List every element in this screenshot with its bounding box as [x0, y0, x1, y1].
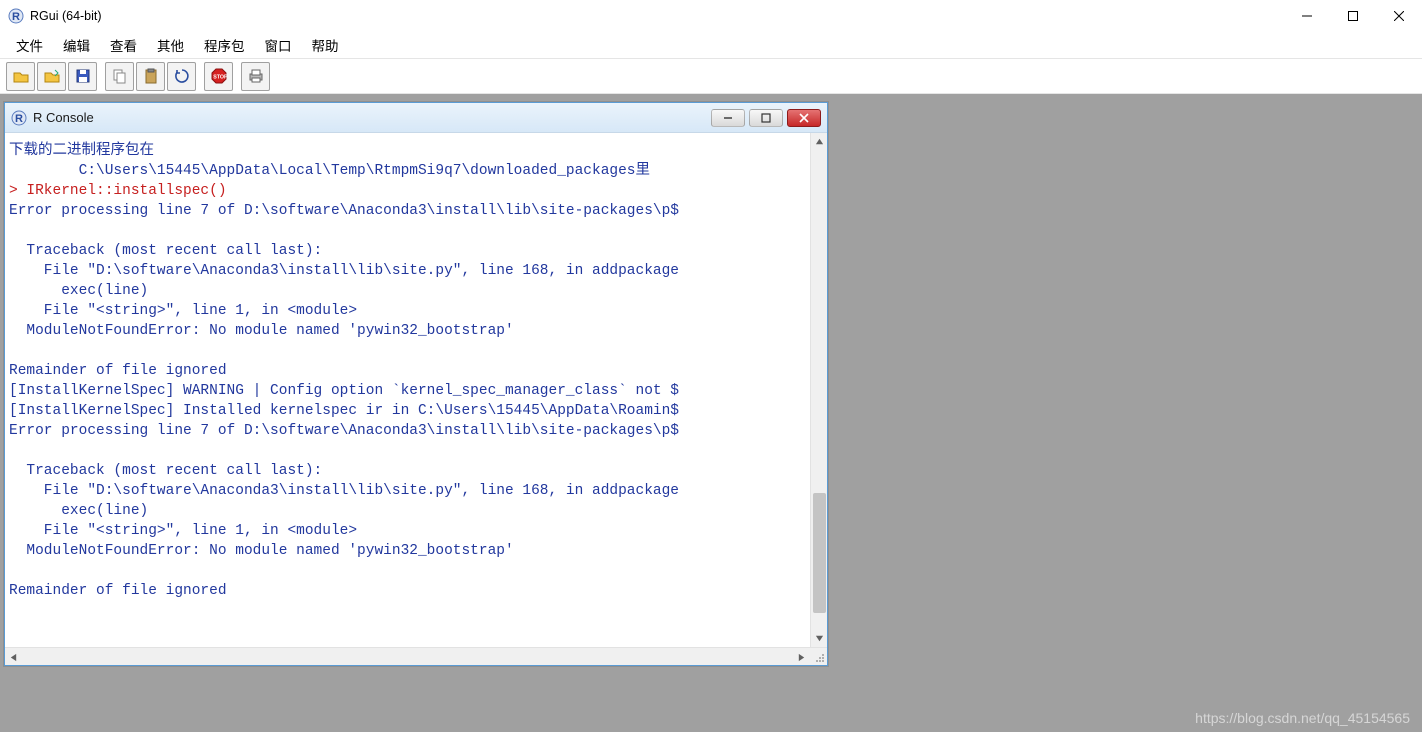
horizontal-scrollbar[interactable]: [5, 647, 827, 665]
r-console-output[interactable]: 下载的二进制程序包在 C:\Users\15445\AppData\Local\…: [5, 133, 827, 647]
r-console-titlebar[interactable]: R R Console: [5, 103, 827, 133]
console-line: exec(line): [7, 281, 827, 301]
toolbar: STOP: [0, 58, 1422, 94]
r-console-maximize-button[interactable]: [749, 109, 783, 127]
scroll-up-icon[interactable]: [811, 133, 827, 150]
r-console-title: R Console: [33, 110, 94, 125]
window-controls: [1284, 0, 1422, 32]
menu-packages[interactable]: 程序包: [194, 33, 255, 57]
console-line: [7, 441, 827, 461]
console-line: Error processing line 7 of D:\software\A…: [7, 421, 827, 441]
refresh-button[interactable]: [167, 62, 196, 91]
console-line: Traceback (most recent call last):: [7, 241, 827, 261]
console-line: Remainder of file ignored: [7, 361, 827, 381]
console-line: [InstallKernelSpec] WARNING | Config opt…: [7, 381, 827, 401]
console-line: C:\Users\15445\AppData\Local\Temp\RtmpmS…: [7, 161, 827, 181]
load-workspace-button[interactable]: [37, 62, 66, 91]
stop-button[interactable]: STOP: [204, 62, 233, 91]
scroll-left-icon[interactable]: [5, 648, 22, 666]
r-console-window-controls: [711, 109, 821, 127]
console-line: exec(line): [7, 501, 827, 521]
console-line: Error processing line 7 of D:\software\A…: [7, 201, 827, 221]
console-line: File "<string>", line 1, in <module>: [7, 521, 827, 541]
watermark: https://blog.csdn.net/qq_45154565: [1195, 710, 1410, 726]
save-button[interactable]: [68, 62, 97, 91]
console-line: [7, 341, 827, 361]
console-line: > IRkernel::installspec(): [7, 181, 827, 201]
main-titlebar: R RGui (64-bit): [0, 0, 1422, 32]
r-console-window[interactable]: R R Console 下载的二进制程序包在 C:\Users\15445\Ap…: [4, 102, 828, 666]
console-line: Remainder of file ignored: [7, 581, 827, 601]
console-line: 下载的二进制程序包在: [7, 141, 827, 161]
console-line: ModuleNotFoundError: No module named 'py…: [7, 321, 827, 341]
menu-view[interactable]: 查看: [100, 33, 147, 57]
console-line: [7, 221, 827, 241]
open-script-button[interactable]: [6, 62, 35, 91]
console-line: [7, 561, 827, 581]
close-button[interactable]: [1376, 0, 1422, 32]
menubar: 文件 编辑 查看 其他 程序包 窗口 帮助: [0, 32, 1422, 58]
vertical-scrollbar[interactable]: [810, 133, 827, 647]
console-line: File "D:\software\Anaconda3\install\lib\…: [7, 261, 827, 281]
svg-text:R: R: [12, 11, 20, 23]
console-line: [InstallKernelSpec] Installed kernelspec…: [7, 401, 827, 421]
mdi-area: R R Console 下载的二进制程序包在 C:\Users\15445\Ap…: [0, 94, 1422, 732]
menu-misc[interactable]: 其他: [147, 33, 194, 57]
copy-button[interactable]: [105, 62, 134, 91]
menu-help[interactable]: 帮助: [302, 33, 349, 57]
resize-grip-icon[interactable]: [810, 647, 827, 665]
menu-windows[interactable]: 窗口: [255, 33, 302, 57]
r-logo-icon: R: [11, 110, 27, 126]
menu-edit[interactable]: 编辑: [53, 33, 100, 57]
scroll-right-icon[interactable]: [793, 648, 810, 666]
paste-button[interactable]: [136, 62, 165, 91]
console-line: File "<string>", line 1, in <module>: [7, 301, 827, 321]
r-logo-icon: R: [8, 8, 24, 24]
scroll-down-icon[interactable]: [811, 630, 827, 647]
print-button[interactable]: [241, 62, 270, 91]
svg-text:R: R: [15, 113, 23, 125]
console-line: File "D:\software\Anaconda3\install\lib\…: [7, 481, 827, 501]
r-console-close-button[interactable]: [787, 109, 821, 127]
window-title: RGui (64-bit): [30, 9, 102, 23]
scroll-thumb[interactable]: [813, 493, 826, 613]
console-line: ModuleNotFoundError: No module named 'py…: [7, 541, 827, 561]
menu-file[interactable]: 文件: [6, 33, 53, 57]
minimize-button[interactable]: [1284, 0, 1330, 32]
r-console-minimize-button[interactable]: [711, 109, 745, 127]
svg-text:STOP: STOP: [213, 75, 228, 81]
maximize-button[interactable]: [1330, 0, 1376, 32]
console-line: Traceback (most recent call last):: [7, 461, 827, 481]
